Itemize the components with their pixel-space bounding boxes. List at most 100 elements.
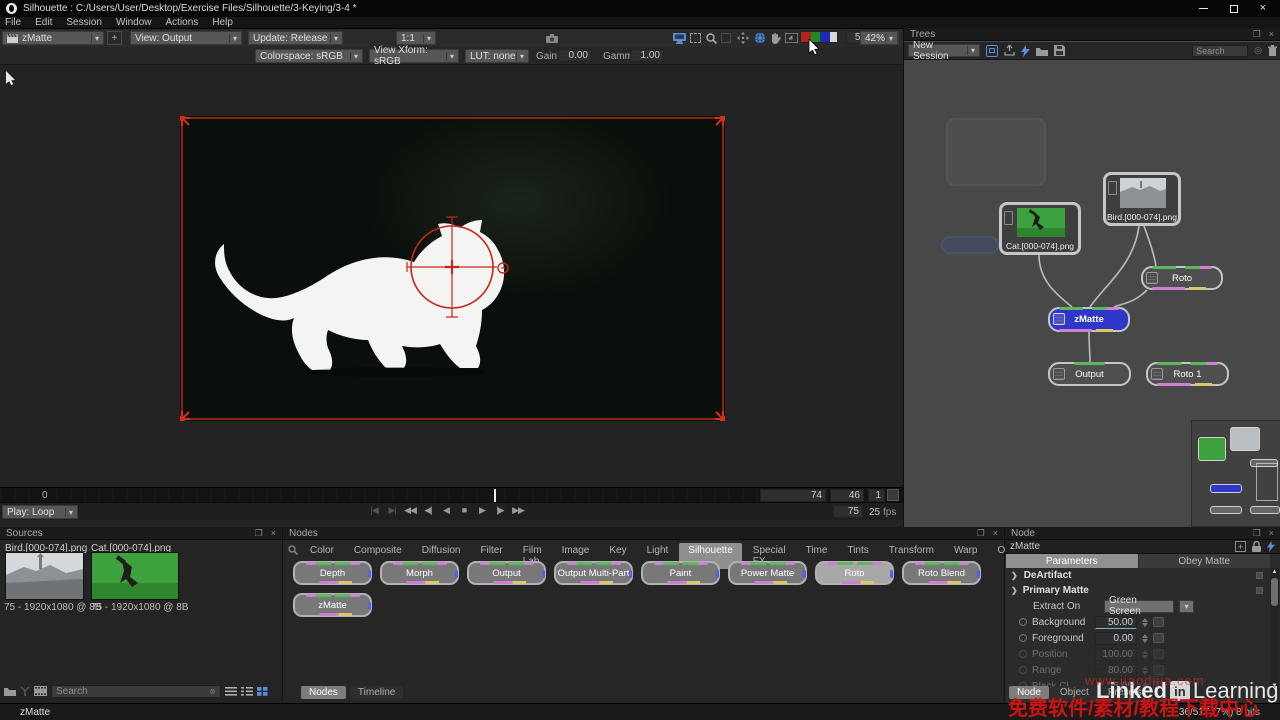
maximize-button[interactable] [1230,5,1238,13]
region-icon[interactable] [721,33,731,43]
pan-move-icon[interactable] [735,31,750,45]
group-deartifact[interactable]: ❯ DeArtifact [1005,568,1269,583]
node-button-zmatte[interactable]: zMatte [293,593,372,617]
filmstrip-icon[interactable] [34,686,47,696]
spinner-up-icon[interactable] [1142,634,1148,638]
current-frame-field[interactable]: 75 [833,505,863,518]
tree-node-roto[interactable]: Roto [1141,266,1223,290]
float-panel-icon[interactable]: ❐ [1253,528,1261,539]
range-field-c[interactable]: 1 [868,489,885,502]
colorspace-dropdown[interactable]: Colorspace: sRGB ▾ [255,49,363,63]
detail-view-icon[interactable] [241,687,253,696]
node-button-output-multi-part[interactable]: Output Multi-Part [554,561,633,585]
update-dropdown[interactable]: Update: Release ▾ [248,31,343,45]
chevron-down-icon[interactable]: ▾ [1179,600,1194,613]
reset-icon[interactable] [1019,666,1027,674]
close-panel-icon[interactable]: × [993,528,998,539]
fit-view-icon[interactable] [784,31,799,45]
node-button-paint[interactable]: Paint [641,561,720,585]
lightning-icon[interactable] [1267,541,1275,552]
node-name-field[interactable]: zMatte [1010,541,1040,552]
menu-session[interactable]: Session [66,17,102,28]
snapshot-camera-icon[interactable] [544,31,559,45]
session-dropdown[interactable]: New Session ▾ [908,44,980,57]
parameters-scrollbar[interactable]: ▲ ▼ [1270,568,1279,690]
keyframe-button[interactable] [1153,617,1164,627]
extract-on-dropdown[interactable]: Green Screen [1104,600,1174,613]
node-button-roto-blend[interactable]: Roto Blend [902,561,981,585]
tree-node-bird[interactable]: Bird.[000-074].png [1103,172,1181,226]
end-frame-field[interactable]: 74 [760,489,826,502]
value-spinner[interactable] [1142,618,1148,627]
play-mode-dropdown[interactable]: Play: Loop ▾ [2,505,78,519]
workspace-tab-timeline[interactable]: Timeline [350,686,403,699]
tree-node-zmatte[interactable]: zMatte [1048,307,1130,332]
menu-window[interactable]: Window [116,17,152,28]
scrollbar-thumb[interactable] [1271,578,1278,606]
list-view-icon[interactable] [225,687,237,696]
spinner-up-icon[interactable] [1142,666,1148,670]
node-button-morph[interactable]: Morph [380,561,459,585]
zoom-percent-dropdown[interactable]: 42% ▾ [860,31,898,45]
lock-icon[interactable] [1252,541,1261,552]
stop-button[interactable]: ■ [458,505,470,516]
trash-icon[interactable] [1268,45,1277,56]
graph-minimap[interactable] [1191,420,1280,527]
keyframe-button[interactable] [1153,649,1164,659]
tree-node-cat[interactable]: Cat.[000-074].png [999,202,1081,255]
spinner-down-icon[interactable] [1142,655,1148,659]
gamma-field[interactable]: 1.00 [630,49,664,62]
marquee-select-icon[interactable] [690,33,701,43]
spinner-down-icon[interactable] [1142,639,1148,643]
menu-file[interactable]: File [5,17,21,28]
group-option-box[interactable] [1256,572,1263,579]
minimize-button[interactable] [1199,8,1208,9]
step-back-button[interactable]: ◀| [422,505,434,516]
lut-dropdown[interactable]: LUT: none ▾ [465,49,529,63]
spinner-down-icon[interactable] [1142,623,1148,627]
new-tree-icon[interactable] [986,45,998,57]
gain-field[interactable]: 0.00 [558,49,592,62]
keyframe-button[interactable] [1153,633,1164,643]
branch-icon[interactable] [20,686,30,696]
active-node-dropdown[interactable]: zMatte ▾ [2,31,104,45]
source-thumbnail-bird[interactable] [5,552,84,600]
node-button-depth[interactable]: Depth [293,561,372,585]
search-icon[interactable] [288,545,298,555]
reset-icon[interactable] [1019,634,1027,642]
blue-channel-swatch[interactable] [820,32,830,42]
goto-start-button[interactable]: |◀ [368,505,380,516]
reset-icon[interactable] [1019,650,1027,658]
timeline-option-button[interactable] [887,489,899,501]
sources-search-input[interactable]: Search ⊗ [51,685,221,698]
fast-forward-button[interactable]: ▶▶ [512,505,524,516]
tree-node-roto1[interactable]: Roto 1 [1146,362,1229,386]
thumbnail-view-icon[interactable] [257,687,268,696]
open-folder-icon[interactable] [1036,46,1048,56]
play-button[interactable]: ▶ [476,505,488,516]
pixel-ratio-dropdown[interactable]: 1:1 ▾ [396,31,436,45]
hand-tool-icon[interactable] [768,31,783,45]
source-thumbnail-cat[interactable] [91,552,179,600]
view-dropdown[interactable]: View: Output ▾ [130,31,242,45]
view-monitor-icon[interactable] [672,31,687,45]
rewind-button[interactable]: ◀◀ [404,505,416,516]
export-icon[interactable] [1004,45,1015,56]
close-panel-icon[interactable]: × [1269,29,1274,40]
float-panel-icon[interactable]: ❐ [255,528,263,539]
add-preset-icon[interactable]: + [1235,541,1246,552]
scroll-up-icon[interactable]: ▲ [1271,569,1278,575]
goto-end-button[interactable]: ▶| [386,505,398,516]
node-button-roto[interactable]: Roto [815,561,894,585]
playhead[interactable] [494,489,496,502]
rotate-sphere-icon[interactable] [752,31,767,45]
menu-help[interactable]: Help [212,17,233,28]
timeline-ruler[interactable]: 0 74 46 1 [0,487,903,502]
spinner-up-icon[interactable] [1142,618,1148,622]
save-icon[interactable] [1054,45,1065,56]
lightning-icon[interactable] [1021,45,1030,57]
menu-edit[interactable]: Edit [35,17,52,28]
viewer[interactable] [0,65,903,487]
pointer-tool-icon[interactable] [5,71,16,85]
zoom-magnifier-icon[interactable] [704,31,719,45]
